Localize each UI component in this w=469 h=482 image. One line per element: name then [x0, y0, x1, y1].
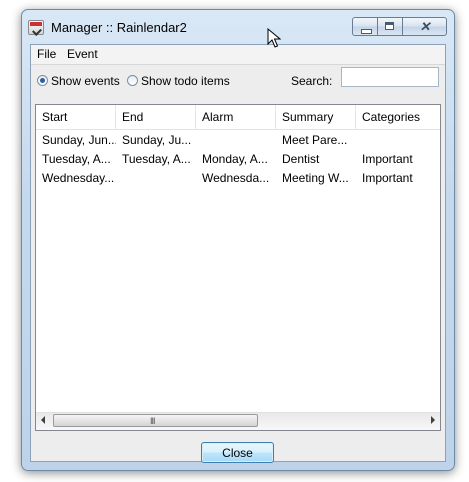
rainlendar-app-icon[interactable]: [28, 20, 44, 35]
mouse-cursor-icon: [267, 28, 281, 48]
list-row[interactable]: Tuesday, A... Tuesday, A... Monday, A...…: [36, 150, 440, 169]
window-title: Manager :: Rainlendar2: [51, 20, 187, 35]
maximize-icon: [385, 22, 394, 30]
show-events-radio[interactable]: [37, 75, 48, 86]
minimize-button[interactable]: [352, 17, 378, 36]
manager-window: Manager :: Rainlendar2 ✕ File Event Show…: [21, 9, 455, 471]
cell-start: Sunday, Jun...: [42, 133, 116, 147]
column-header-alarm[interactable]: Alarm: [196, 105, 276, 129]
list-row[interactable]: Sunday, Jun... Sunday, Ju... Meet Pare..…: [36, 131, 440, 150]
scroll-grip: III: [150, 416, 155, 426]
scrollbar-thumb[interactable]: III: [53, 414, 258, 427]
close-button[interactable]: Close: [201, 442, 274, 463]
show-events-label[interactable]: Show events: [51, 74, 120, 88]
column-header-start[interactable]: Start: [36, 105, 116, 129]
list-row[interactable]: Wednesday... Wednesda... Meeting W... Im…: [36, 169, 440, 188]
scroll-left-icon[interactable]: [41, 416, 45, 424]
horizontal-scrollbar[interactable]: III: [36, 412, 440, 430]
events-list[interactable]: Start End Alarm Summary Categories Sunda…: [35, 104, 441, 431]
close-icon: ✕: [419, 19, 431, 34]
maximize-button[interactable]: [378, 17, 403, 36]
cell-end: Tuesday, A...: [122, 152, 191, 166]
menu-event[interactable]: Event: [67, 47, 98, 61]
menu-file[interactable]: File: [37, 47, 56, 61]
cell-summary: Meeting W...: [282, 171, 349, 185]
show-todo-label[interactable]: Show todo items: [141, 74, 230, 88]
cell-categories: Important: [362, 152, 413, 166]
column-header-end[interactable]: End: [116, 105, 196, 129]
cell-end: Sunday, Ju...: [122, 133, 192, 147]
column-header-summary[interactable]: Summary: [276, 105, 356, 129]
cell-alarm: Wednesda...: [202, 171, 270, 185]
cell-start: Tuesday, A...: [42, 152, 111, 166]
cell-alarm: Monday, A...: [202, 152, 268, 166]
list-header: Start End Alarm Summary Categories: [36, 105, 440, 130]
search-label: Search:: [291, 74, 333, 88]
close-window-button[interactable]: ✕: [403, 17, 447, 36]
filter-options: Show events Show todo items Search:: [31, 67, 445, 96]
menu-bar: File Event: [31, 45, 445, 65]
cell-categories: Important: [362, 171, 413, 185]
scroll-right-icon[interactable]: [431, 416, 435, 424]
title-bar[interactable]: Manager :: Rainlendar2 ✕: [22, 10, 454, 44]
cell-summary: Meet Pare...: [282, 133, 348, 147]
client-area: File Event Show events Show todo items S…: [30, 44, 446, 463]
search-input[interactable]: [341, 67, 439, 87]
cell-summary: Dentist: [282, 152, 320, 166]
minimize-icon: [361, 29, 372, 34]
column-header-categories[interactable]: Categories: [356, 105, 440, 129]
cell-start: Wednesday...: [42, 171, 115, 185]
show-todo-radio[interactable]: [127, 75, 138, 86]
